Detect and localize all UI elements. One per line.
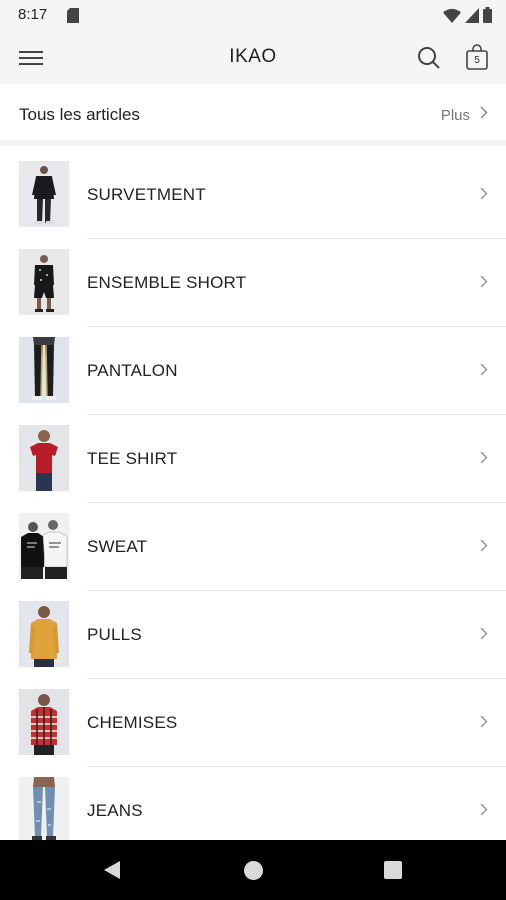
recents-icon[interactable] <box>384 861 402 879</box>
category-thumbnail <box>19 425 69 491</box>
category-item-pantalon[interactable]: PANTALON <box>0 327 506 415</box>
section-title: Tous les articles <box>19 105 140 124</box>
category-item-survetment[interactable]: SURVETMENT <box>0 151 506 239</box>
status-time: 8:17 <box>18 6 48 23</box>
chevron-right-icon <box>480 187 488 205</box>
chevron-right-icon <box>480 106 488 124</box>
category-thumbnail <box>19 777 69 843</box>
category-thumbnail <box>19 337 69 403</box>
section-header: Tous les articles Plus <box>0 84 506 146</box>
category-item-ensemble-short[interactable]: ENSEMBLE SHORT <box>0 239 506 327</box>
category-label: PULLS <box>87 625 142 644</box>
category-thumbnail <box>19 601 69 667</box>
category-thumbnail <box>19 689 69 755</box>
status-icons <box>443 7 492 28</box>
chevron-right-icon <box>480 715 488 733</box>
chevron-right-icon <box>480 803 488 821</box>
more-label: Plus <box>440 106 470 124</box>
signal-icon <box>465 7 479 28</box>
cart-button[interactable]: 5 <box>464 43 490 71</box>
category-thumbnail <box>19 161 69 227</box>
category-item-pulls[interactable]: PULLS <box>0 591 506 679</box>
back-icon[interactable] <box>103 860 121 885</box>
category-label: PANTALON <box>87 361 178 380</box>
category-thumbnail <box>19 249 69 315</box>
search-button[interactable] <box>416 45 442 71</box>
category-label: SURVETMENT <box>87 185 206 204</box>
category-item-sweat[interactable]: SWEAT <box>0 503 506 591</box>
more-link[interactable]: Plus <box>441 106 488 124</box>
category-item-tee-shirt[interactable]: TEE SHIRT <box>0 415 506 503</box>
category-label: TEE SHIRT <box>87 449 178 468</box>
chevron-right-icon <box>480 539 488 557</box>
battery-icon <box>483 7 492 28</box>
category-list: SURVETMENT ENSEMBLE SHORT PANTALON TEE S… <box>0 151 506 855</box>
status-bar: 8:17 <box>0 0 506 32</box>
chevron-right-icon <box>480 627 488 645</box>
category-label: ENSEMBLE SHORT <box>87 273 247 292</box>
category-label: SWEAT <box>87 537 148 556</box>
chevron-right-icon <box>480 363 488 381</box>
wifi-icon <box>443 8 461 28</box>
home-icon[interactable] <box>244 861 263 880</box>
category-label: JEANS <box>87 801 143 820</box>
chevron-right-icon <box>480 451 488 469</box>
category-thumbnail <box>19 513 69 579</box>
search-icon <box>416 47 442 75</box>
app-bar: IKAO 5 <box>0 32 506 84</box>
category-label: CHEMISES <box>87 713 178 732</box>
category-item-chemises[interactable]: CHEMISES <box>0 679 506 767</box>
cart-count-badge: 5 <box>474 55 480 66</box>
system-nav-bar <box>0 840 506 900</box>
chevron-right-icon <box>480 275 488 293</box>
sd-card-icon <box>67 8 79 28</box>
